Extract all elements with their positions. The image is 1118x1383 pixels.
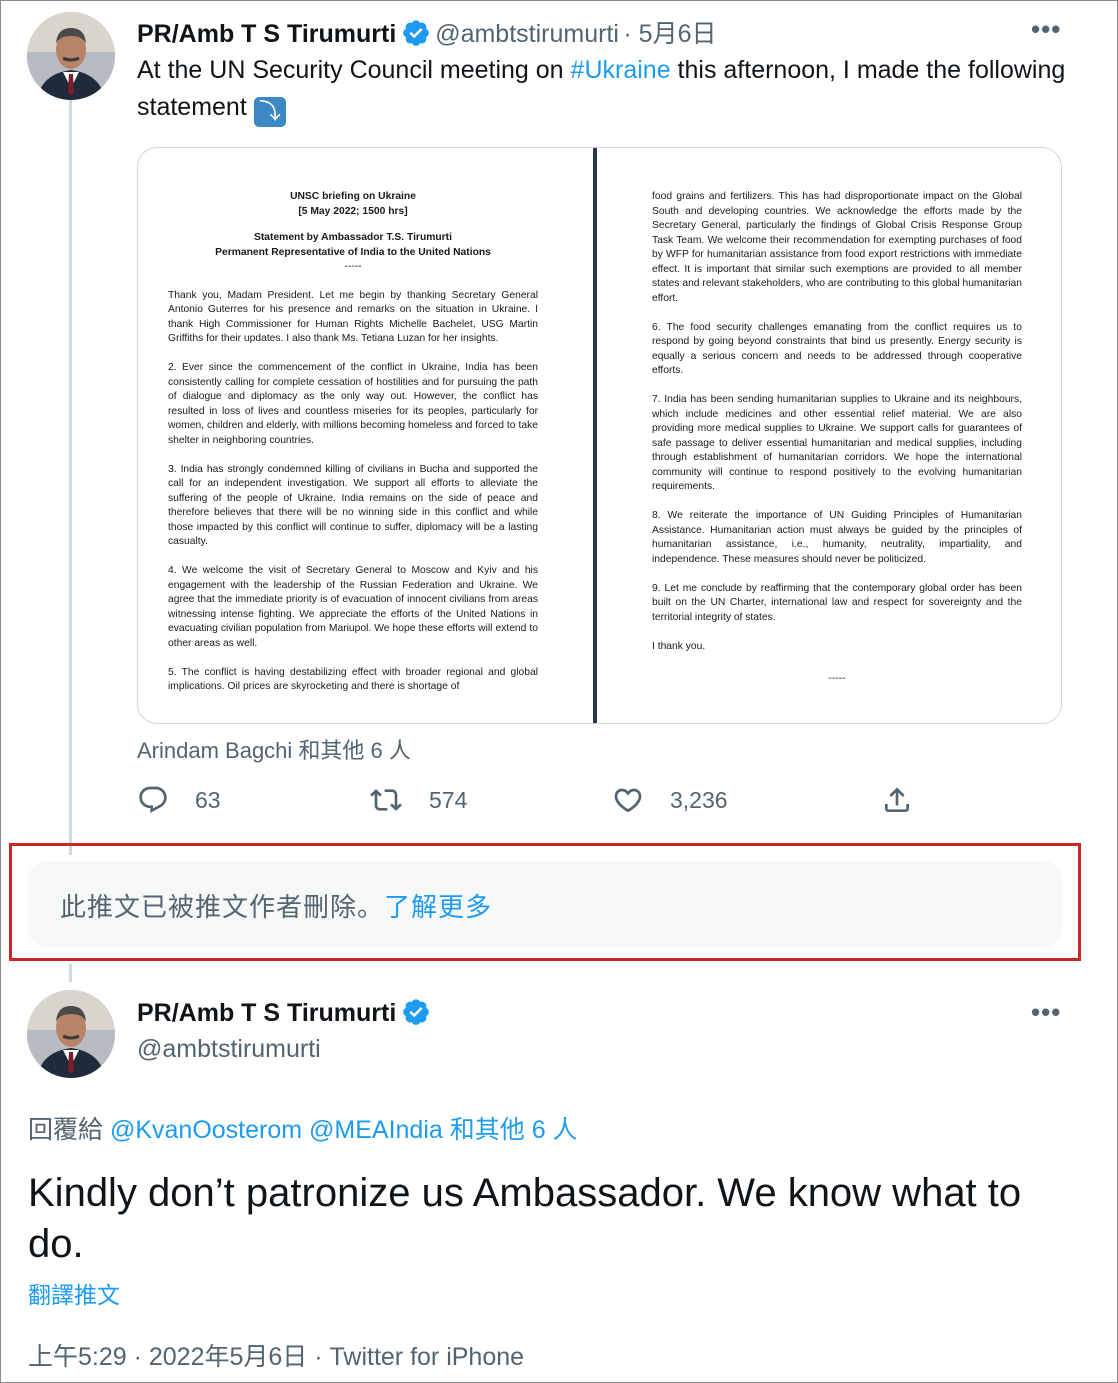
tweet-header: PR/Amb T S Tirumurti: [137, 997, 431, 1028]
verified-badge-icon: [401, 997, 431, 1027]
like-count: 3,236: [670, 786, 728, 813]
doc-paragraph: 8. We reiterate the importance of UN Gui…: [652, 510, 1022, 565]
more-icon[interactable]: •••: [1031, 997, 1061, 1028]
doc-heading: UNSC briefing on Ukraine: [290, 191, 416, 202]
tweet-date[interactable]: · 5月6日: [623, 20, 716, 48]
author-name[interactable]: PR/Amb T S Tirumurti: [137, 999, 396, 1027]
tweet-text-part: At the UN Security Council meeting on: [137, 56, 571, 84]
highlight-box: [9, 843, 1081, 961]
doc-end-separator: -----: [828, 673, 846, 684]
share-button[interactable]: [881, 784, 939, 816]
author-name[interactable]: PR/Amb T S Tirumurti: [137, 20, 396, 48]
doc-paragraph: food grains and fertilizers. This has ha…: [652, 191, 1022, 304]
document-page-left: UNSC briefing on Ukraine [5 May 2022; 15…: [168, 148, 538, 723]
statement-image[interactable]: UNSC briefing on Ukraine [5 May 2022; 15…: [137, 147, 1062, 724]
tagged-users[interactable]: Arindam Bagchi 和其他 6 人: [137, 733, 411, 765]
doc-closing: I thank you.: [652, 640, 706, 652]
thread-line-bottom: [69, 964, 72, 982]
doc-paragraph: 3. India has strongly condemned killing …: [168, 463, 538, 548]
mention-link[interactable]: @MEAIndia: [309, 1116, 443, 1144]
avatar[interactable]: [27, 12, 115, 100]
reply-button[interactable]: 63: [137, 784, 221, 816]
hashtag-link[interactable]: #Ukraine: [571, 56, 671, 84]
doc-date: [5 May 2022; 1500 hrs]: [298, 205, 408, 217]
retweet-icon: [370, 789, 402, 811]
tweet-header: PR/Amb T S Tirumurti @ambtstirumurti · 5…: [137, 14, 716, 50]
doc-paragraph: 5. The conflict is having destabilizing …: [168, 666, 538, 693]
doc-paragraph: 6. The food security challenges emanatin…: [652, 321, 1022, 377]
page-divider: [593, 148, 597, 723]
verified-badge-icon: [401, 18, 431, 48]
author-handle[interactable]: @ambtstirumurti: [435, 20, 619, 48]
tweet-text: At the UN Security Council meeting on #U…: [137, 52, 1067, 127]
retweet-count: 574: [429, 786, 468, 813]
thread-line-top: [69, 100, 72, 855]
doc-title: Permanent Representative of India to the…: [215, 246, 491, 258]
author-handle[interactable]: @ambtstirumurti: [137, 1035, 321, 1064]
arrow-emoji-icon: ⤵: [253, 97, 286, 127]
translate-link[interactable]: 翻譯推文: [28, 1276, 120, 1310]
like-button[interactable]: 3,236: [612, 784, 728, 816]
avatar[interactable]: [27, 990, 115, 1078]
reply-prefix: 回覆給: [28, 1116, 110, 1144]
doc-paragraph: 7. India has been sending humanitarian s…: [652, 394, 1022, 492]
doc-statement-by: Statement by Ambassador T.S. Tirumurti: [254, 232, 452, 243]
document-page-right: food grains and fertilizers. This has ha…: [652, 148, 1022, 723]
mention-link[interactable]: @KvanOosterom: [110, 1116, 302, 1144]
doc-paragraph: 2. Ever since the commencement of the co…: [168, 362, 538, 446]
more-icon[interactable]: •••: [1031, 14, 1061, 45]
retweet-button[interactable]: 574: [369, 784, 467, 816]
like-icon: [614, 788, 642, 813]
doc-paragraph: 9. Let me conclude by reaffirming that t…: [652, 582, 1022, 623]
doc-separator: -----: [344, 261, 362, 272]
reply-count: 63: [195, 786, 221, 813]
tweet-timestamp[interactable]: 上午5:29 · 2022年5月6日 · Twitter for iPhone: [28, 1337, 524, 1373]
others-link[interactable]: 和其他 6 人: [443, 1116, 578, 1144]
share-icon: [885, 787, 909, 812]
reply-context: 回覆給 @KvanOosterom @MEAIndia 和其他 6 人: [28, 1110, 578, 1146]
reply-icon: [139, 786, 167, 813]
doc-paragraph: Thank you, Madam President. Let me begin…: [168, 289, 538, 345]
tweet-text: Kindly don’t patronize us Ambassador. We…: [28, 1171, 1022, 1266]
doc-paragraph: 4. We welcome the visit of Secretary Gen…: [168, 565, 538, 649]
